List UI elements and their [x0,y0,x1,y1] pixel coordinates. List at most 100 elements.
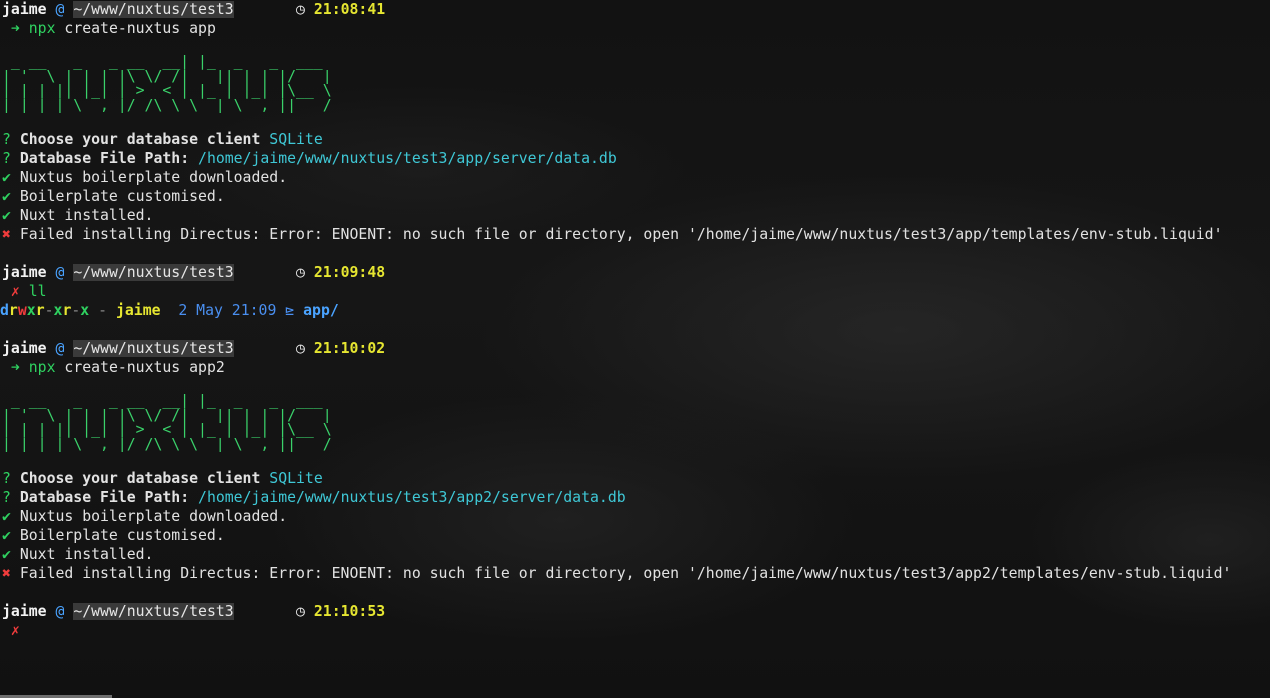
check-icon: ✔ [2,526,11,544]
perm-char: x [26,301,36,319]
cross-icon: ✖ [2,225,11,243]
ls-entry: drwxr-xr-x - jaime 2 May 21:09 ⊵ app/ [0,301,1270,320]
clock-icon: ◷ [296,602,305,620]
success-text: Boilerplate customised. [19,187,225,205]
clock-icon: ◷ [296,339,305,357]
arrow-icon: ➜ [10,20,20,37]
perm-char: - [71,301,81,319]
command-line: ✗ ll [0,282,1270,301]
ascii-logo-line: _ [2,41,243,56]
command-line: ➜ npx create-nuxtus app2 [0,358,1270,377]
prompt-time: 21:08:41 [313,1,386,18]
ascii-logo-line: | '_ \ | | | |\ \/ /| __|| | | |/ __| [2,408,332,424]
prompt-user: jaime [2,602,47,620]
prompt-line: jaime @ ~/www/nuxtus/test3 ◷ 21:08:41 [0,0,1270,19]
db-path-question: Database File Path: [19,149,190,167]
success-text: Nuxt installed. [19,206,154,224]
perm-char: - [44,301,54,319]
check-icon: ✔ [2,168,11,186]
error-line: ✖ Failed installing Directus: Error: ENO… [0,564,1270,583]
error-text: Failed installing Directus: Error: ENOEN… [19,225,1223,243]
perm-char: d [0,301,9,319]
ascii-logo: _ _ __ _ _ __ __| |_ _ _ ___ | '_ \ | | … [0,377,1270,456]
ascii-logo-line: |_| |_| \__,_|/_/\_\ \__| \__,_||___/ [2,98,332,113]
file-name[interactable]: app/ [303,302,339,319]
db-path-answer: /home/jaime/www/nuxtus/test3/app2/server… [198,488,626,506]
check-icon: ✔ [2,545,11,563]
perm-char: r [8,301,18,319]
ascii-logo-line: _ __ _ _ __ __| |_ _ _ ___ [2,55,323,70]
prompt-at: @ [55,263,65,281]
folder-icon: ⊵ [285,301,295,319]
check-icon: ✔ [2,187,11,205]
db-client-question: Choose your database client [19,130,261,148]
command-args: create-nuxtus app [55,20,216,37]
prompt-time: 21:10:53 [313,602,386,620]
perm-char: r [35,301,45,319]
db-path-line: ? Database File Path: /home/jaime/www/nu… [0,488,1270,507]
db-path-answer: /home/jaime/www/nuxtus/test3/app/server/… [198,149,617,167]
prompt-at: @ [55,339,65,357]
ascii-logo-line: | | | || |_| | > < | |_ | |_| |\__ \ [2,423,332,438]
error-text: Failed installing Directus: Error: ENOEN… [19,564,1232,582]
prompt-time: 21:10:02 [313,339,386,357]
prompt-user: jaime [2,339,47,357]
arrow-icon: ➜ [10,358,20,376]
clock-icon: ◷ [296,263,305,281]
success-line: ✔ Boilerplate customised. [0,187,1270,206]
db-path-question: Database File Path: [19,488,190,506]
file-owner: jaime [115,301,161,319]
prompt-time: 21:09:48 [313,263,386,281]
command-text: ll [28,282,47,300]
perm-char: x [80,301,90,319]
input-line[interactable]: ✗ [0,621,1270,640]
ascii-logo: _ _ __ _ _ __ __| |_ _ _ ___ | '_ \ | | … [0,38,1270,117]
db-path-line: ? Database File Path: /home/jaime/www/nu… [0,149,1270,168]
db-client-question: Choose your database client [19,469,261,487]
prompt-user: jaime [2,263,47,281]
file-date: 2 May 21:09 [178,301,277,319]
success-line: ✔ Nuxt installed. [0,206,1270,225]
prompt-path: ~/www/nuxtus/test3 [73,602,234,620]
question-icon: ? [2,469,11,487]
file-size: - [98,301,108,319]
clock-icon: ◷ [296,1,305,18]
command-args: create-nuxtus app2 [55,358,225,376]
ascii-logo-line: _ [2,379,243,395]
prompt-path: ~/www/nuxtus/test3 [73,1,234,18]
fail-icon: ✗ [10,621,20,639]
prompt-at: @ [55,602,65,620]
ascii-logo-line: |_| |_| \__,_|/_/\_\ \__| \__,_||___/ [2,437,332,452]
prompt-at: @ [55,1,65,18]
perm-char: w [17,301,27,319]
question-icon: ? [2,130,11,148]
command-line: ➜ npx create-nuxtus app [0,19,1270,38]
success-line: ✔ Nuxtus boilerplate downloaded. [0,507,1270,526]
db-client-line: ? Choose your database client SQLite [0,130,1270,149]
success-line: ✔ Boilerplate customised. [0,526,1270,545]
terminal-output[interactable]: jaime @ ~/www/nuxtus/test3 ◷ 21:08:41 ➜ … [0,0,1270,640]
ascii-logo-line: _ __ _ _ __ __| |_ _ _ ___ [2,394,323,409]
db-client-answer: SQLite [269,130,323,148]
success-text: Nuxtus boilerplate downloaded. [19,168,288,186]
success-text: Nuxtus boilerplate downloaded. [19,507,288,525]
prompt-path: ~/www/nuxtus/test3 [73,263,234,281]
prompt-line: jaime @ ~/www/nuxtus/test3 ◷ 21:10:02 [0,339,1270,358]
question-icon: ? [2,149,11,167]
success-text: Boilerplate customised. [19,526,225,544]
question-icon: ? [2,488,11,506]
fail-icon: ✗ [10,282,20,300]
prompt-path: ~/www/nuxtus/test3 [73,339,234,357]
check-icon: ✔ [2,507,11,525]
cross-icon: ✖ [2,564,11,582]
db-client-line: ? Choose your database client SQLite [0,469,1270,488]
command-prefix: npx [28,358,56,376]
ascii-logo-line: | '_ \ | | | |\ \/ /| __|| | | |/ __| [2,69,332,85]
prompt-line: jaime @ ~/www/nuxtus/test3 ◷ 21:10:53 [0,602,1270,621]
error-line: ✖ Failed installing Directus: Error: ENO… [0,225,1270,244]
success-text: Nuxt installed. [19,545,154,563]
check-icon: ✔ [2,206,11,224]
command-prefix: npx [28,20,56,37]
success-line: ✔ Nuxtus boilerplate downloaded. [0,168,1270,187]
prompt-user: jaime [2,1,47,18]
